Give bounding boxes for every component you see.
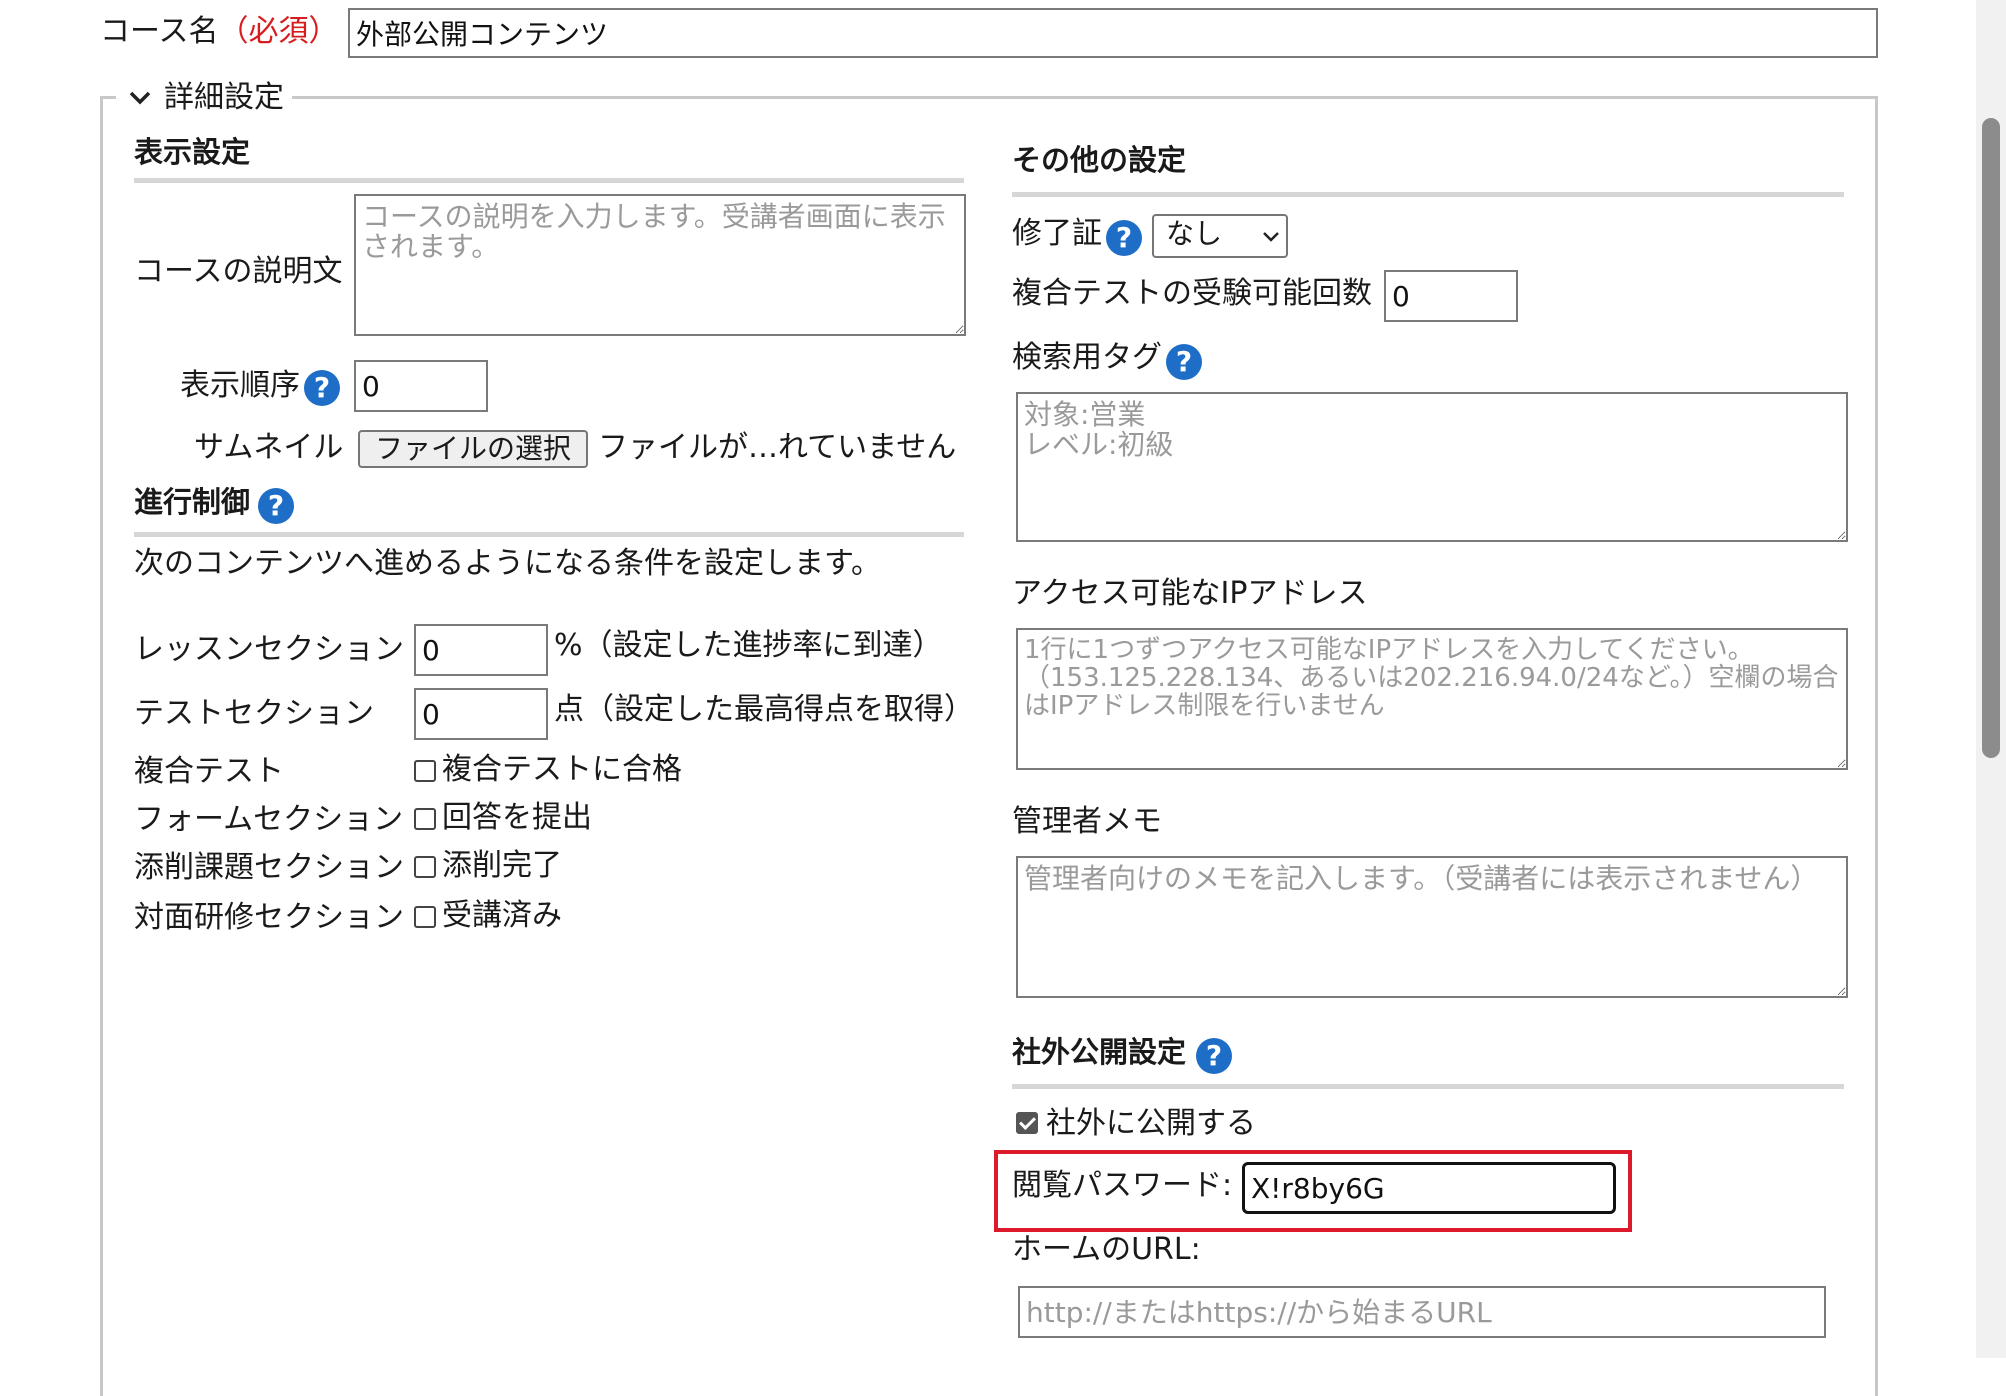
choose-file-button[interactable]: ファイルの選択 (358, 430, 588, 468)
course-name-label: コース名（必須） (100, 14, 339, 50)
search-tags-help-icon[interactable]: ? (1166, 344, 1202, 380)
lesson-section-input[interactable] (414, 624, 548, 676)
chevron-down-icon (1263, 232, 1279, 242)
public-settings-heading: 社外公開設定 (1012, 1035, 1187, 1069)
progress-control-divider (134, 532, 964, 537)
required-mark: （必須） (218, 14, 339, 49)
other-settings-heading: その他の設定 (1012, 143, 1187, 177)
search-tags-textarea[interactable] (1016, 392, 1848, 542)
admin-memo-label: 管理者メモ (1012, 804, 1162, 839)
public-checkbox[interactable] (1016, 1112, 1038, 1134)
form-section-check-label[interactable]: 回答を提出 (442, 800, 592, 836)
test-section-label: テストセクション (134, 696, 374, 731)
vertical-scrollbar-thumb[interactable] (1982, 118, 2000, 758)
certificate-help-icon[interactable]: ? (1106, 220, 1142, 256)
review-section-checkbox[interactable] (414, 856, 436, 878)
review-section-check-label[interactable]: 添削完了 (442, 848, 562, 884)
compound-test-label: 複合テスト (134, 754, 284, 789)
password-label: 閲覧パスワード: (1012, 1168, 1233, 1203)
ip-address-label: アクセス可能なIPアドレス (1012, 576, 1368, 611)
test-section-suffix: 点（設定した最高得点を取得） (554, 692, 974, 727)
admin-memo-textarea[interactable] (1016, 856, 1848, 998)
other-settings-divider (1012, 192, 1844, 197)
display-order-label: 表示順序 (180, 368, 300, 403)
certificate-select[interactable]: なし (1152, 214, 1288, 258)
course-description-textarea[interactable] (354, 194, 966, 336)
public-check-label[interactable]: 社外に公開する (1046, 1106, 1256, 1142)
form-section-label: フォームセクション (134, 802, 404, 837)
home-url-label: ホームのURL: (1012, 1232, 1201, 1267)
display-order-help-icon[interactable]: ? (304, 370, 340, 406)
file-status-text: ファイルが…れていません (598, 430, 957, 465)
ip-address-textarea[interactable] (1016, 628, 1848, 770)
progress-control-description: 次のコンテンツへ進めるようになる条件を設定します。 (134, 546, 881, 581)
password-input[interactable] (1242, 1162, 1616, 1214)
thumbnail-label: サムネイル (194, 430, 344, 465)
attempts-input[interactable] (1384, 270, 1518, 322)
lesson-section-suffix: %（設定した進捗率に到達） (554, 628, 943, 663)
certificate-label: 修了証 (1012, 216, 1102, 251)
progress-control-heading: 進行制御 (134, 485, 251, 519)
public-settings-help-icon[interactable]: ? (1196, 1038, 1232, 1074)
form-section-checkbox[interactable] (414, 808, 436, 830)
course-name-label-text: コース名 (100, 14, 219, 49)
public-settings-divider (1012, 1084, 1844, 1089)
course-description-label: コースの説明文 (134, 254, 343, 289)
face-to-face-section-label: 対面研修セクション (134, 900, 404, 935)
details-legend[interactable]: 詳細設定 (116, 78, 292, 118)
chevron-down-icon (129, 91, 151, 105)
attempts-label: 複合テストの受験可能回数 (1012, 276, 1372, 311)
home-url-input[interactable] (1018, 1286, 1826, 1338)
lesson-section-label: レッスンセクション (134, 632, 404, 667)
review-section-label: 添削課題セクション (134, 850, 404, 885)
compound-test-check-label[interactable]: 複合テストに合格 (442, 752, 682, 788)
display-order-input[interactable] (354, 360, 488, 412)
details-legend-text: 詳細設定 (164, 80, 284, 115)
test-section-input[interactable] (414, 688, 548, 740)
compound-test-checkbox[interactable] (414, 760, 436, 782)
search-tags-label: 検索用タグ (1012, 340, 1162, 375)
certificate-selected-value: なし (1166, 217, 1223, 250)
progress-control-help-icon[interactable]: ? (258, 488, 294, 524)
display-settings-heading: 表示設定 (134, 135, 251, 169)
course-name-input[interactable] (348, 8, 1878, 58)
display-settings-divider (134, 178, 964, 183)
face-to-face-section-check-label[interactable]: 受講済み (442, 898, 562, 934)
face-to-face-section-checkbox[interactable] (414, 906, 436, 928)
